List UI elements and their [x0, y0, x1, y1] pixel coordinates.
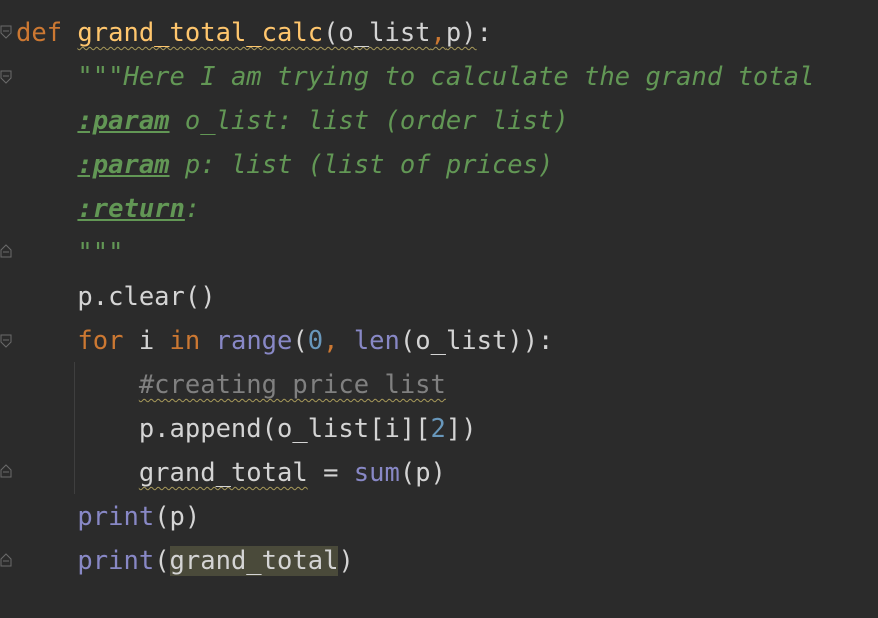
code-token: p.append(o_list[i][ — [16, 414, 431, 444]
code-token: o_list: list (order list) — [169, 106, 569, 136]
code-token: def — [16, 18, 63, 48]
code-token: , — [430, 18, 446, 48]
code-line[interactable]: for i in range(0, len(o_list)): — [16, 319, 553, 363]
code-line[interactable]: :return: — [16, 187, 200, 231]
code-token: sum — [353, 458, 400, 488]
code-token: in — [169, 326, 201, 356]
code-line[interactable]: print(grand_total) — [16, 539, 354, 583]
code-token: grand_total_calc — [77, 18, 324, 48]
code-line[interactable]: p.clear() — [16, 275, 216, 319]
code-token: 2 — [430, 414, 446, 444]
code-line[interactable]: print(p) — [16, 495, 200, 539]
code-token: len — [353, 326, 400, 356]
fold-open-icon[interactable] — [0, 25, 12, 39]
code-token: (p) — [154, 502, 201, 532]
code-token: 0 — [307, 326, 324, 356]
code-line[interactable]: :param p: list (list of prices) — [16, 143, 553, 187]
fold-gutter — [0, 0, 14, 618]
code-token: , — [323, 326, 339, 356]
code-token: (o_list)): — [399, 326, 554, 356]
code-token: """Here I am trying to calculate the gra… — [77, 62, 815, 92]
code-token: grand_total — [138, 458, 308, 488]
code-token: p) — [445, 18, 477, 48]
code-token: print — [77, 502, 155, 532]
code-line[interactable]: grand_total = sum(p) — [16, 451, 446, 495]
code-token: print — [77, 546, 155, 576]
code-token: ( — [292, 326, 308, 356]
code-line[interactable]: """ — [16, 231, 123, 275]
code-line[interactable]: def grand_total_calc(o_list,p): — [16, 11, 492, 55]
code-editor[interactable]: def grand_total_calc(o_list,p): """Here … — [0, 0, 878, 618]
code-token: #creating price list — [138, 370, 446, 400]
fold-close-icon[interactable] — [0, 553, 12, 567]
code-line[interactable]: """Here I am trying to calculate the gra… — [16, 55, 814, 99]
fold-open-icon[interactable] — [0, 334, 12, 348]
code-token: p: list (list of prices) — [169, 150, 554, 180]
code-token: : — [184, 194, 201, 224]
code-token: """ — [77, 238, 124, 268]
code-token: (o_list — [323, 18, 431, 48]
code-token: range — [215, 326, 293, 356]
code-token: ( — [154, 546, 170, 576]
fold-close-icon[interactable] — [0, 464, 12, 478]
code-token: (p) — [399, 458, 446, 488]
code-token: = — [307, 458, 354, 488]
code-line[interactable]: #creating price list — [16, 363, 446, 407]
code-token: grand_total — [169, 546, 339, 576]
code-token: ]) — [445, 414, 477, 444]
code-token: : — [476, 18, 492, 48]
code-token: ) — [338, 546, 354, 576]
code-line[interactable]: :param o_list: list (order list) — [16, 99, 569, 143]
code-token: :return — [77, 194, 185, 224]
code-token: i — [123, 326, 170, 356]
code-token: :param — [77, 106, 170, 136]
fold-close-icon[interactable] — [0, 244, 12, 258]
code-token: p.clear() — [16, 282, 216, 312]
code-line[interactable]: p.append(o_list[i][2]) — [16, 407, 477, 451]
code-token: for — [77, 326, 124, 356]
code-token: :param — [77, 150, 170, 180]
fold-open-icon[interactable] — [0, 70, 12, 84]
